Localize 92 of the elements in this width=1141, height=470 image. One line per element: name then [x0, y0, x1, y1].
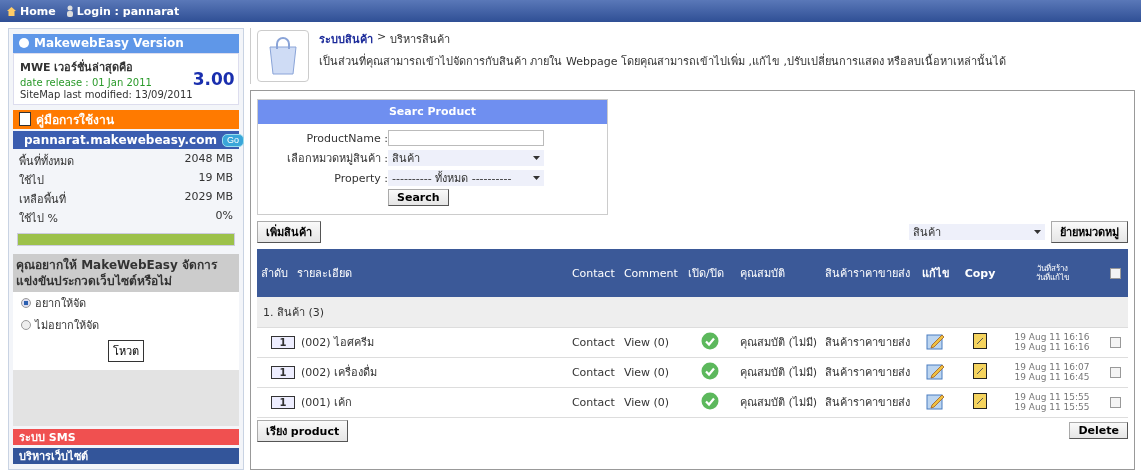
- breadcrumb-separator: >: [377, 30, 387, 45]
- person-icon: [65, 5, 74, 17]
- dropdown[interactable]: ---------- ทั้งหมด ----------: [388, 170, 544, 186]
- product-name: (002) ไอศครีม: [301, 336, 375, 349]
- column-header: ลำดับ: [261, 267, 288, 280]
- row-checkbox[interactable]: [1109, 337, 1121, 348]
- property-link[interactable]: คุณสมบัติ (ไม่มี): [739, 336, 817, 349]
- contact-link[interactable]: Contact: [571, 335, 615, 349]
- dropdown-caret-icon: [1034, 230, 1041, 234]
- order-field[interactable]: 1: [271, 336, 295, 349]
- stat-label: ใช้ไป: [19, 173, 44, 190]
- move-category-button[interactable]: ย้ายหมวดหมู่: [1051, 221, 1128, 243]
- select-all-checkbox[interactable]: [1109, 268, 1121, 279]
- check-circle-icon[interactable]: [700, 361, 719, 380]
- bag-icon: [257, 30, 309, 82]
- house-icon: [6, 5, 17, 17]
- breadcrumb-link[interactable]: ระบบสินค้า: [319, 30, 373, 48]
- stat-value: 19 MB: [198, 171, 233, 187]
- date-cell-text: 19 Aug 11 15:55 19 Aug 11 15:55: [1013, 392, 1091, 412]
- copy-icon[interactable]: [973, 362, 987, 379]
- sitemap-date: SiteMap last modified: 13/09/2011: [20, 88, 193, 100]
- property-link[interactable]: คุณสมบัติ (ไม่มี): [739, 366, 817, 379]
- column-header: วันที่สร้าง วันที่แก้ไข: [1034, 264, 1070, 282]
- poll-question: คุณอยากให้ MakeWebEasy จัดการแข่งขันประกวดเว็บไซต์หรือไม่: [13, 253, 239, 292]
- pencil-icon[interactable]: [926, 391, 946, 410]
- stat-value: 2048 MB: [184, 152, 233, 168]
- dropdown[interactable]: สินค้า: [388, 150, 544, 166]
- column-header: สินค้าราคาขายส่ง: [825, 267, 910, 280]
- sort-button[interactable]: เรียง product: [257, 419, 349, 442]
- breadcrumb-current: บริหารสินค้า: [390, 32, 451, 48]
- product-name: (002) เครื่องดื่ม: [301, 366, 378, 379]
- column-header: Contact: [571, 266, 615, 280]
- home-link[interactable]: Home: [6, 4, 56, 18]
- menu-item[interactable]: ระบบ SMS: [13, 429, 239, 445]
- column-header: Copy: [964, 266, 996, 280]
- field-label: Property :: [333, 171, 388, 185]
- product-name: (001) เค้ก: [301, 396, 353, 409]
- comment-link[interactable]: View (0): [623, 365, 670, 379]
- dropdown-caret-icon: [533, 156, 540, 160]
- group-label: 1. สินค้า (3): [263, 305, 325, 319]
- wholesale-link[interactable]: สินค้าราคาขายส่ง: [825, 366, 910, 379]
- add-product-button[interactable]: เพิ่มสินค้า: [257, 221, 321, 243]
- stat-label: ใช้ไป %: [19, 211, 58, 228]
- stat-label: พื้นที่ทั้งหมด: [19, 152, 74, 171]
- wholesale-link[interactable]: สินค้าราคาขายส่ง: [825, 396, 910, 409]
- row-checkbox[interactable]: [1109, 397, 1121, 408]
- pencil-icon[interactable]: [926, 361, 946, 380]
- order-field[interactable]: 1: [271, 366, 295, 379]
- stat-label: เหลือพื้นที่: [19, 190, 66, 209]
- date-cell-text: 19 Aug 11 16:07 19 Aug 11 16:45: [1013, 362, 1091, 382]
- site-domain: pannarat.makewebeasy.com: [24, 133, 217, 148]
- column-header: แก้ไข: [922, 267, 950, 280]
- property-link[interactable]: คุณสมบัติ (ไม่มี): [739, 396, 817, 409]
- row-checkbox[interactable]: [1109, 367, 1121, 378]
- info-icon: [19, 38, 29, 49]
- search-button[interactable]: Search: [388, 189, 449, 206]
- copy-icon[interactable]: [973, 332, 987, 349]
- wholesale-link[interactable]: สินค้าราคาขายส่ง: [825, 336, 910, 349]
- comment-link[interactable]: View (0): [623, 395, 670, 409]
- stat-value: 0%: [215, 209, 233, 225]
- comment-link[interactable]: View (0): [623, 335, 670, 349]
- vote-button[interactable]: โหวต: [108, 339, 144, 362]
- column-header: Comment: [623, 266, 678, 280]
- version-title: MakewebEasy Version: [34, 36, 184, 51]
- contact-link[interactable]: Contact: [571, 395, 615, 409]
- field-label: เลือกหมวดหมู่สินค้า :: [285, 151, 388, 167]
- version-label: MWE เวอร์ชั่นล่าสุดคือ: [20, 58, 135, 76]
- login-link[interactable]: Login : pannarat: [65, 4, 180, 18]
- column-header: คุณสมบัติ: [739, 267, 785, 280]
- dropdown-caret-icon: [533, 176, 540, 180]
- version-number: 3.00: [192, 68, 235, 89]
- order-field[interactable]: 1: [271, 396, 295, 409]
- search-title: Searc Product: [258, 100, 607, 124]
- check-circle-icon[interactable]: [700, 331, 719, 350]
- radio-option[interactable]: ไม่อยากให้จัด: [13, 313, 239, 336]
- document-icon: [19, 112, 31, 127]
- copy-icon[interactable]: [973, 392, 987, 409]
- column-header: เปิด/ปิด: [687, 267, 724, 280]
- column-header: รายละเอียด: [297, 267, 352, 280]
- date-cell-text: 19 Aug 11 16:16 19 Aug 11 16:16: [1013, 332, 1091, 352]
- product-name-field[interactable]: [388, 130, 544, 146]
- menu-item[interactable]: บริหารเว็บไซต์: [13, 448, 239, 464]
- check-circle-icon[interactable]: [700, 391, 719, 410]
- release-date: date release : 01 Jan 2011: [20, 76, 153, 88]
- stat-value: 2029 MB: [184, 190, 233, 206]
- field-label: ProductName :: [305, 131, 388, 145]
- radio-option[interactable]: อยากให้จัด: [13, 291, 239, 314]
- pencil-icon[interactable]: [926, 331, 946, 350]
- contact-link[interactable]: Contact: [571, 365, 615, 379]
- category-dropdown[interactable]: สินค้า: [909, 224, 1045, 240]
- delete-button[interactable]: Delete: [1069, 422, 1128, 439]
- page-description: เป็นส่วนที่คุณสามารถเข้าไปจัดการกับสินค้า ภายใน Webpage โดยคุณสามารถเข้าไปเพิ่ม ,แก้ไข ,ปรับเปลี่ยนการแสดง หรือลบเนื้อหาเหล่านั้นได้: [319, 52, 1007, 70]
